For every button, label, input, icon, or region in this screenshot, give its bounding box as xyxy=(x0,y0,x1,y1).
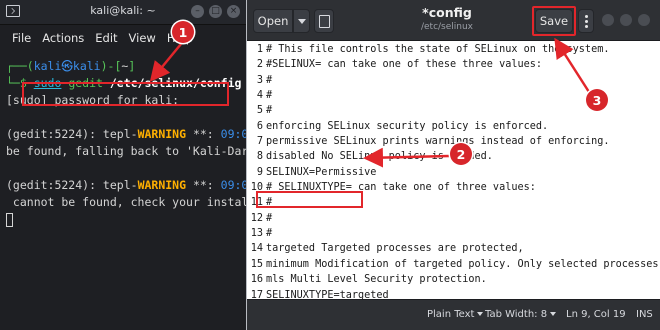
code-line[interactable]: 9 SELINUX=Permissive xyxy=(249,165,660,180)
line-text: SELINUX=Permissive xyxy=(266,166,377,178)
minimize-icon[interactable] xyxy=(602,14,614,26)
terminal-menubar: File Actions Edit View Help xyxy=(0,25,246,51)
line-number: 3 xyxy=(256,74,263,86)
terminal-window: kali@kali: ~ – □ × File Actions Edit Vie… xyxy=(0,0,246,330)
terminal-cursor xyxy=(6,212,13,227)
line-number: 1 xyxy=(256,44,263,55)
menu-button[interactable] xyxy=(578,9,594,33)
terminal-titlebar: kali@kali: ~ – □ × xyxy=(0,0,246,25)
code-line[interactable]: 6 enforcing SELinux security policy is en… xyxy=(249,119,660,134)
chevron-down-icon xyxy=(550,312,557,316)
line-number: 15 xyxy=(250,258,263,270)
code-line[interactable]: 3 # xyxy=(249,73,660,88)
line-text: # xyxy=(266,228,273,240)
gedit-headerbar: Open *config /etc/selinux Save xyxy=(247,0,660,41)
line-number: 13 xyxy=(250,228,263,240)
line-text: enforcing SELinux security policy is enf… xyxy=(266,120,549,132)
open-button[interactable]: Open xyxy=(253,9,293,33)
chevron-down-icon xyxy=(477,312,484,316)
new-document-icon xyxy=(318,14,330,28)
line-number: 2 xyxy=(256,59,263,71)
line-number: 4 xyxy=(256,90,263,102)
line-text: permissive SELinux prints warnings inste… xyxy=(266,136,610,148)
language-selector[interactable]: Plain Text xyxy=(427,309,484,320)
close-icon[interactable]: × xyxy=(227,5,240,18)
callout-1: 1 xyxy=(172,21,194,43)
prompt-user: kali㉿kali xyxy=(33,59,101,73)
line-number: 16 xyxy=(250,274,263,286)
code-line[interactable]: 13 # xyxy=(249,226,660,241)
line-text: # xyxy=(266,90,273,102)
code-line[interactable]: 1 # This file controls the state of SELin… xyxy=(249,42,660,57)
menu-view[interactable]: View xyxy=(129,31,156,45)
close-icon[interactable] xyxy=(638,14,650,26)
code-area[interactable]: 1 # This file controls the state of SELin… xyxy=(249,42,660,303)
line-number: 7 xyxy=(256,136,263,148)
save-highlight-box xyxy=(532,6,576,36)
warning-line-2: (gedit:5224): tepl-WARNING **: 09:0 xyxy=(6,178,246,192)
gedit-statusbar: Plain Text Tab Width: 8 Ln 9, Col 19 INS xyxy=(247,299,660,330)
line-text: mls Multi Level Security protection. xyxy=(266,274,487,286)
callout-3: 3 xyxy=(586,89,608,111)
line-number: 8 xyxy=(256,151,263,163)
cursor-position[interactable]: Ln 9, Col 19 xyxy=(566,309,626,320)
code-line[interactable]: 12 # xyxy=(249,211,660,226)
menu-edit[interactable]: Edit xyxy=(95,31,117,45)
code-line[interactable]: 16 mls Multi Level Security protection. xyxy=(249,272,660,287)
line-text: # xyxy=(266,74,273,86)
insert-mode: INS xyxy=(636,309,653,320)
line-number: 6 xyxy=(256,120,263,132)
command-highlight-box xyxy=(22,82,229,106)
line-number: 5 xyxy=(256,105,263,117)
menu-file[interactable]: File xyxy=(12,31,31,45)
gedit-window: Open *config /etc/selinux Save 1 # This f… xyxy=(247,0,660,330)
tab-width-selector[interactable]: Tab Width: 8 xyxy=(485,309,557,320)
line-number: 14 xyxy=(250,243,263,255)
minimize-icon[interactable]: – xyxy=(191,5,204,18)
line-text: # xyxy=(266,212,273,224)
warning-line-1-cont: be found, falling back to 'Kali-Dar xyxy=(6,144,246,158)
line-text: #SELINUX= can take one of these three va… xyxy=(266,59,543,71)
code-line[interactable]: 15 minimum Modification of targeted polic… xyxy=(249,257,660,272)
line-text: targeted Targeted processes are protecte… xyxy=(266,243,524,255)
menu-actions[interactable]: Actions xyxy=(42,31,84,45)
maximize-icon[interactable]: □ xyxy=(209,5,222,18)
line-number: 9 xyxy=(256,166,263,178)
callout-2: 2 xyxy=(450,143,472,165)
open-dropdown-button[interactable] xyxy=(293,9,310,33)
maximize-icon[interactable] xyxy=(620,14,632,26)
code-line[interactable]: 2 #SELINUX= can take one of these three v… xyxy=(249,57,660,72)
line-text: # xyxy=(266,105,273,117)
text-editor[interactable]: 1 # This file controls the state of SELin… xyxy=(247,41,660,301)
document-path: /etc/selinux xyxy=(420,22,474,32)
warning-line-1: (gedit:5224): tepl-WARNING **: 09:0 xyxy=(6,127,246,141)
code-line[interactable]: 14 targeted Targeted processes are protec… xyxy=(249,241,660,256)
line-text: # This file controls the state of SELinu… xyxy=(266,44,610,55)
chevron-down-icon xyxy=(297,18,306,24)
prompt-line-1: ┌──(kali㉿kali)-[~] xyxy=(6,59,136,73)
line-text: minimum Modification of targeted policy.… xyxy=(266,258,659,270)
document-title: *config xyxy=(422,5,472,20)
new-document-button[interactable] xyxy=(314,9,334,33)
line-number: 12 xyxy=(250,212,263,224)
selinux-line-highlight-box xyxy=(256,191,363,208)
kebab-menu-icon xyxy=(584,14,588,18)
warning-line-2-cont: cannot be found, check your instal xyxy=(6,195,246,209)
